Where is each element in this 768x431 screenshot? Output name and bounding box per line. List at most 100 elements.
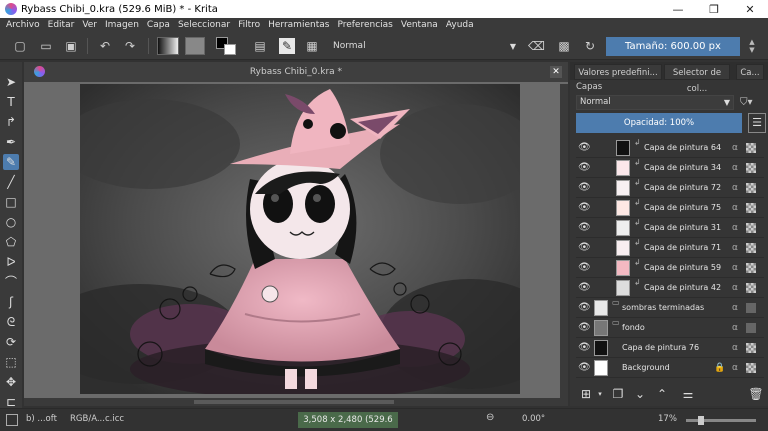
move-layer-up-icon[interactable]: ⌃ [654, 386, 670, 402]
alpha-lock-icon[interactable]: α [730, 322, 740, 334]
zoom-slider[interactable] [686, 416, 756, 425]
visibility-eye-icon[interactable]: 👁 [578, 302, 591, 314]
add-layer-dropdown-icon[interactable]: ▾ [592, 386, 608, 402]
canvas-horizontal-scrollbar[interactable] [24, 398, 568, 406]
rectangle-tool-icon[interactable]: □ [3, 194, 19, 210]
background-color-swatch[interactable] [224, 44, 236, 55]
duplicate-layer-icon[interactable]: ❐ [610, 386, 626, 402]
freehand-path-tool-icon[interactable]: ʃ [3, 294, 19, 310]
size-spin-buttons[interactable]: ▲ ▼ [746, 38, 758, 55]
inherit-alpha-icon[interactable] [746, 203, 756, 213]
maximize-button[interactable]: ❐ [696, 3, 732, 16]
tab-presets[interactable]: Valores predefini... [574, 64, 662, 80]
menu-ver[interactable]: Ver [82, 20, 97, 30]
layer-properties-icon[interactable] [746, 303, 756, 313]
pattern-selector[interactable] [185, 37, 205, 55]
alpha-lock-icon[interactable]: α [730, 162, 740, 174]
layer-row[interactable]: 👁 Capa de pintura 76 α [576, 338, 764, 358]
inherit-alpha-icon[interactable] [746, 283, 756, 293]
alpha-lock-icon[interactable]: α [730, 142, 740, 154]
close-document-button[interactable]: ✕ [550, 66, 562, 78]
layer-row[interactable]: 👁 ▭ sombras terminadas α [576, 298, 764, 318]
menu-ventana[interactable]: Ventana [401, 20, 438, 30]
visibility-eye-icon[interactable]: 👁 [578, 342, 591, 354]
minimize-button[interactable]: — [660, 3, 696, 16]
brush-size-slider[interactable]: Tamaño: 600.00 px [606, 37, 740, 56]
drawing-canvas[interactable] [80, 84, 520, 394]
delete-layer-icon[interactable]: 🗑 [748, 386, 764, 402]
blend-mode-select[interactable]: Normal ▼ [330, 39, 520, 54]
visibility-eye-icon[interactable]: 👁 [578, 142, 591, 154]
alpha-lock-icon[interactable]: α [730, 302, 740, 314]
fg-bg-color-selector[interactable] [216, 37, 238, 55]
close-window-button[interactable]: ✕ [732, 3, 768, 16]
brush-presets-grid-icon[interactable]: ▦ [304, 38, 320, 54]
bezier-curve-tool-icon[interactable]: ⌒ [3, 274, 19, 290]
layer-opacity-slider[interactable]: Opacidad: 100% [576, 113, 742, 133]
select-shapes-tool-icon[interactable]: ➤ [3, 74, 19, 90]
gradient-selector[interactable] [157, 37, 179, 55]
alpha-lock-icon[interactable]: α [730, 262, 740, 274]
calligraphy-tool-icon[interactable]: ✒ [3, 134, 19, 150]
inherit-alpha-icon[interactable] [746, 263, 756, 273]
layer-row[interactable]: 👁 ↲ Capa de pintura 31 α [576, 218, 764, 238]
alpha-lock-icon[interactable]: α [730, 282, 740, 294]
layer-properties-icon[interactable]: ⚌ [680, 386, 696, 402]
inherit-alpha-icon[interactable] [746, 143, 756, 153]
edit-shapes-tool-icon[interactable]: ↱ [3, 114, 19, 130]
layer-properties-icon[interactable] [746, 323, 756, 333]
visibility-eye-icon[interactable]: 👁 [578, 182, 591, 194]
visibility-eye-icon[interactable]: 👁 [578, 162, 591, 174]
visibility-eye-icon[interactable]: 👁 [578, 322, 591, 334]
visibility-eye-icon[interactable]: 👁 [578, 282, 591, 294]
polyline-tool-icon[interactable]: ᐅ [3, 254, 19, 270]
save-icon[interactable]: ▣ [63, 38, 79, 54]
brush-settings-icon[interactable]: ▤ [252, 38, 268, 54]
visibility-eye-icon[interactable]: 👁 [578, 262, 591, 274]
freehand-brush-tool-icon[interactable]: ✎ [3, 154, 19, 170]
layer-row[interactable]: 👁 ↲ Capa de pintura 64 α [576, 138, 764, 158]
inherit-alpha-icon[interactable] [746, 363, 756, 373]
inherit-alpha-icon[interactable] [746, 223, 756, 233]
alpha-lock-icon[interactable]: α [730, 362, 740, 374]
menu-seleccionar[interactable]: Seleccionar [178, 20, 230, 30]
alpha-lock-icon[interactable]: α [730, 242, 740, 254]
visibility-eye-icon[interactable]: 👁 [578, 362, 591, 374]
polygon-tool-icon[interactable]: ⬠ [3, 234, 19, 250]
menu-editar[interactable]: Editar [48, 20, 75, 30]
menu-ayuda[interactable]: Ayuda [446, 20, 474, 30]
layer-row[interactable]: 👁 ↲ Capa de pintura 42 α [576, 278, 764, 298]
menu-capa[interactable]: Capa [147, 20, 170, 30]
transform-tool-icon[interactable]: ⬚ [3, 354, 19, 370]
undo-icon[interactable]: ↶ [97, 38, 113, 54]
redo-icon[interactable]: ↷ [122, 38, 138, 54]
inherit-alpha-icon[interactable] [746, 163, 756, 173]
alpha-lock-icon[interactable]: α [730, 342, 740, 354]
layer-row[interactable]: 👁 ↲ Capa de pintura 71 α [576, 238, 764, 258]
open-document-icon[interactable]: ▭ [38, 38, 54, 54]
layer-blend-mode-select[interactable]: Normal ▼ [576, 95, 734, 110]
layer-row[interactable]: 👁 ↲ Capa de pintura 59 α [576, 258, 764, 278]
document-tab[interactable]: Rybass Chibi_0.kra * ✕ [24, 62, 568, 82]
alpha-lock-icon[interactable]: α [730, 182, 740, 194]
visibility-eye-icon[interactable]: 👁 [578, 242, 591, 254]
inherit-alpha-icon[interactable] [746, 343, 756, 353]
menu-preferencias[interactable]: Preferencias [337, 20, 392, 30]
new-document-icon[interactable]: ▢ [12, 38, 28, 54]
menu-imagen[interactable]: Imagen [105, 20, 139, 30]
visibility-eye-icon[interactable]: 👁 [578, 202, 591, 214]
scrollbar-thumb[interactable] [194, 400, 394, 404]
line-tool-icon[interactable]: ╱ [3, 174, 19, 190]
tab-color-selector[interactable]: Selector de col... [664, 64, 730, 94]
layer-row[interactable]: 👁 ↲ Capa de pintura 34 α [576, 158, 764, 178]
layer-row[interactable]: 👁 ▭ fondo α [576, 318, 764, 338]
brush-preset-icon[interactable]: ✎ [279, 38, 295, 54]
layer-filter-icon[interactable]: ⛉▾ [740, 95, 764, 110]
layer-row[interactable]: 👁 Background 🔒 α [576, 358, 764, 378]
canvas-vertical-scrollbar[interactable] [560, 84, 568, 398]
move-tool-icon[interactable]: ✥ [3, 374, 19, 390]
ellipse-tool-icon[interactable]: ○ [3, 214, 19, 230]
rotation-reset-icon[interactable]: ⊖ [486, 412, 494, 423]
layer-menu-icon[interactable]: ☰ [748, 113, 766, 133]
lock-icon[interactable]: 🔒 [714, 362, 725, 374]
